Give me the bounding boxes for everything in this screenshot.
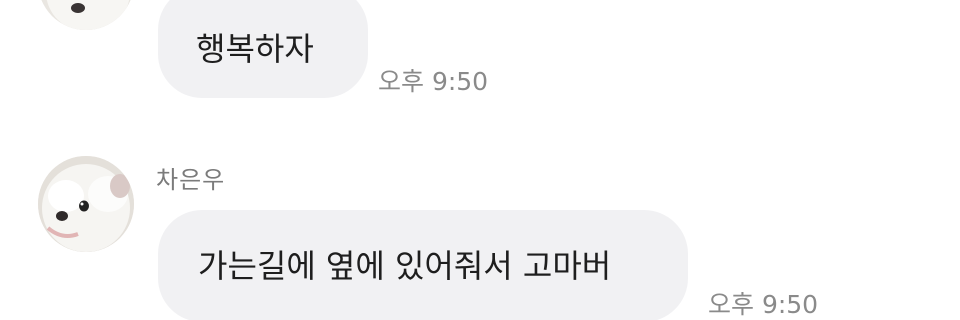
sender-name: 차은우 — [156, 166, 226, 194]
message-timestamp: 오후 9:50 — [378, 67, 489, 96]
message-timestamp: 오후 9:50 — [708, 290, 819, 319]
message-bubble[interactable]: 행복하자 — [158, 0, 368, 98]
message-text: 행복하자 — [196, 30, 314, 68]
white-puppy-avatar-icon — [38, 0, 134, 30]
sender-avatar[interactable] — [38, 0, 134, 30]
sender-avatar[interactable] — [38, 156, 134, 252]
message-bubble[interactable]: 가는길에 옆에 있어줘서 고마버 — [158, 210, 688, 320]
message-text: 가는길에 옆에 있어줘서 고마버 — [198, 247, 612, 285]
white-puppy-avatar-icon — [38, 156, 134, 252]
